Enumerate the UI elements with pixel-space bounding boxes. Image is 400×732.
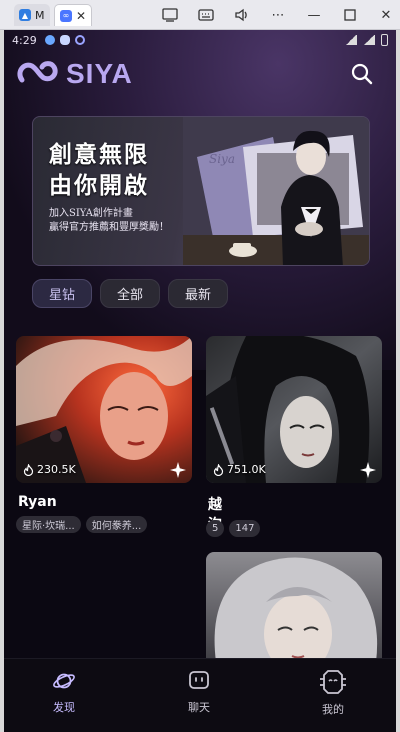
fire-icon (213, 463, 224, 476)
volume-icon[interactable] (232, 5, 252, 25)
sparkle-icon[interactable] (360, 462, 376, 478)
nav-chat[interactable]: 聊天 (187, 669, 211, 715)
nav-label: 聊天 (188, 701, 210, 714)
tag[interactable]: 如何豢养... (85, 516, 148, 533)
browser-tab-1[interactable]: ▲ M (14, 4, 50, 26)
fire-icon (23, 463, 34, 476)
tag[interactable]: 147 (229, 520, 261, 537)
browser-bar: ▲ M ∞ ✕ ⋯ — ✕ (0, 0, 400, 30)
keyboard-icon[interactable] (196, 5, 216, 25)
character-name: Ryan (18, 494, 57, 510)
character-portrait (206, 336, 382, 483)
nav-discover[interactable]: 发现 (52, 669, 76, 715)
popularity-value: 751.0K (227, 463, 266, 476)
window-controls: ⋯ — ✕ (160, 5, 396, 25)
minimize-icon[interactable]: — (304, 5, 324, 25)
character-image (206, 552, 382, 662)
character-tags: 5 147 (206, 520, 261, 537)
banner-illustration: Siya (183, 117, 369, 265)
maximize-icon[interactable] (340, 5, 360, 25)
character-image: 751.0K (206, 336, 382, 483)
character-tags: 星际·坎瑞... 如何豢养... (16, 516, 148, 533)
banner-subtitle: 加入SIYA創作計畫 贏得官方推薦和豐厚獎勵！ (49, 207, 169, 235)
more-icon[interactable]: ⋯ (268, 5, 288, 25)
profile-icon (320, 670, 346, 694)
cell-signal-icon (363, 35, 375, 45)
app-screen: 4:29 SIYA Siya 創意無限 由你開啟 加入SIYA創作計畫 贏得官方… (4, 30, 396, 732)
banner-title: 創意無限 由你開啟 (49, 139, 149, 201)
sparkle-icon[interactable] (170, 462, 186, 478)
screenshot-frame: ▲ M ∞ ✕ ⋯ — ✕ 4:29 SIYA Siya 創意無限 由你開啟 加… (0, 0, 400, 732)
tag[interactable]: 5 (206, 520, 225, 537)
banner-subtitle-line-2: 贏得官方推薦和豐厚獎勵！ (49, 222, 169, 233)
character-portrait (16, 336, 192, 483)
app-favicon-icon: ▲ (19, 9, 31, 21)
promo-banner[interactable]: Siya 創意無限 由你開啟 加入SIYA創作計畫 贏得官方推薦和豐厚獎勵！ (32, 116, 370, 266)
search-icon[interactable] (350, 62, 374, 86)
bottom-navigation: 发现 聊天 我的 (4, 658, 396, 732)
nav-label: 发现 (53, 701, 75, 714)
tag[interactable]: 星际·坎瑞... (16, 516, 81, 533)
chip-latest[interactable]: 最新 (168, 279, 229, 308)
popularity-count: 230.5K (23, 463, 76, 476)
siya-favicon-icon: ∞ (60, 9, 72, 22)
siya-logo-icon (17, 61, 58, 83)
logo-text: SIYA (66, 58, 133, 89)
banner-card-label: Siya (209, 152, 235, 166)
status-right (345, 34, 388, 46)
planet-icon (53, 673, 75, 689)
chip-star-diamond[interactable]: 星钻 (32, 279, 93, 308)
filter-chips: 星钻 全部 最新 (32, 279, 229, 308)
battery-icon (381, 34, 388, 46)
notification-icon (44, 35, 55, 45)
popularity-count: 751.0K (213, 463, 266, 476)
screen-cast-icon[interactable] (160, 5, 180, 25)
character-image: 230.5K (16, 336, 192, 483)
banner-title-line-1: 創意無限 (49, 141, 149, 168)
cloud-icon (59, 35, 70, 45)
app-logo: SIYA (16, 58, 133, 90)
banner-title-line-2: 由你開啟 (49, 172, 149, 199)
status-bar: 4:29 (4, 30, 396, 50)
nav-me[interactable]: 我的 (318, 669, 348, 717)
character-portrait (206, 552, 382, 662)
notification-icons (44, 35, 85, 45)
tab-close-button[interactable]: ✕ (76, 9, 86, 23)
circle-icon (74, 35, 85, 45)
close-icon[interactable]: ✕ (376, 5, 396, 25)
browser-tab-2[interactable]: ∞ ✕ (54, 4, 92, 26)
tab-label: M (35, 8, 45, 22)
status-time: 4:29 (12, 33, 37, 47)
banner-subtitle-line-1: 加入SIYA創作計畫 (49, 208, 133, 219)
nav-label: 我的 (322, 703, 344, 716)
popularity-value: 230.5K (37, 463, 76, 476)
chip-all[interactable]: 全部 (100, 279, 161, 308)
wifi-signal-icon (345, 35, 357, 45)
chat-icon (189, 671, 209, 689)
